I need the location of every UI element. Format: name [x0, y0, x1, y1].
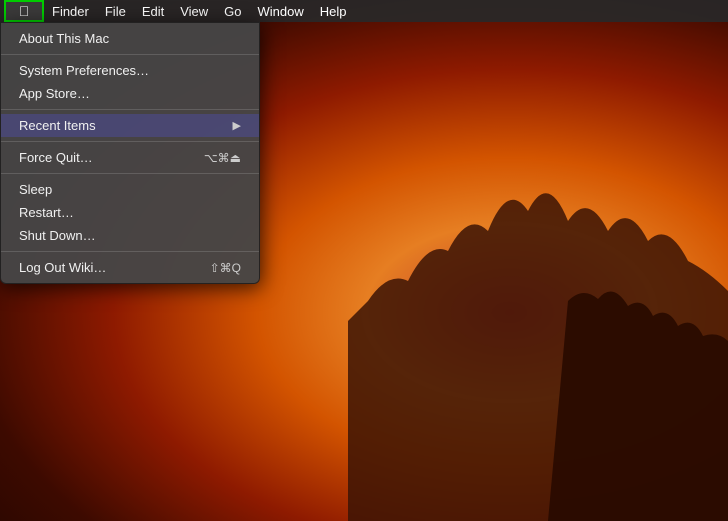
force-quit-shortcut: ⌥⌘⏏ — [204, 151, 241, 165]
menubar-item-edit[interactable]: Edit — [134, 0, 172, 22]
menu-separator-2 — [1, 109, 259, 110]
apple-menu-button[interactable]:  — [4, 0, 44, 22]
rock-silhouette — [348, 141, 728, 521]
force-quit-label: Force Quit… — [19, 150, 204, 165]
menubar:  Finder File Edit View Go Window Help — [0, 0, 728, 22]
app-store-label: App Store… — [19, 86, 241, 101]
shut-down-label: Shut Down… — [19, 228, 241, 243]
logout-label: Log Out Wiki… — [19, 260, 210, 275]
menu-separator-4 — [1, 173, 259, 174]
menubar-item-help[interactable]: Help — [312, 0, 355, 22]
menu-item-logout[interactable]: Log Out Wiki… ⇧⌘Q — [1, 256, 259, 279]
menubar-item-go[interactable]: Go — [216, 0, 249, 22]
menu-item-system-prefs[interactable]: System Preferences… — [1, 59, 259, 82]
submenu-arrow-icon: ▶ — [233, 119, 241, 132]
menu-separator-3 — [1, 141, 259, 142]
apple-dropdown-menu: About This Mac System Preferences… App S… — [0, 22, 260, 284]
restart-label: Restart… — [19, 205, 241, 220]
menu-item-sleep[interactable]: Sleep — [1, 178, 259, 201]
about-label: About This Mac — [19, 31, 241, 46]
menu-item-recent-items[interactable]: Recent Items ▶ — [1, 114, 259, 137]
logout-shortcut: ⇧⌘Q — [210, 261, 241, 275]
menu-item-about[interactable]: About This Mac — [1, 27, 259, 50]
menu-item-shut-down[interactable]: Shut Down… — [1, 224, 259, 247]
menu-separator-1 — [1, 54, 259, 55]
apple-logo-icon:  — [19, 3, 30, 19]
menubar-item-view[interactable]: View — [172, 0, 216, 22]
menu-separator-5 — [1, 251, 259, 252]
menubar-items: Finder File Edit View Go Window Help — [44, 0, 355, 22]
menu-item-force-quit[interactable]: Force Quit… ⌥⌘⏏ — [1, 146, 259, 169]
sleep-label: Sleep — [19, 182, 241, 197]
menubar-item-finder[interactable]: Finder — [44, 0, 97, 22]
menubar-item-window[interactable]: Window — [250, 0, 312, 22]
recent-items-label: Recent Items — [19, 118, 233, 133]
system-prefs-label: System Preferences… — [19, 63, 241, 78]
menu-item-restart[interactable]: Restart… — [1, 201, 259, 224]
menu-item-app-store[interactable]: App Store… — [1, 82, 259, 105]
menubar-item-file[interactable]: File — [97, 0, 134, 22]
